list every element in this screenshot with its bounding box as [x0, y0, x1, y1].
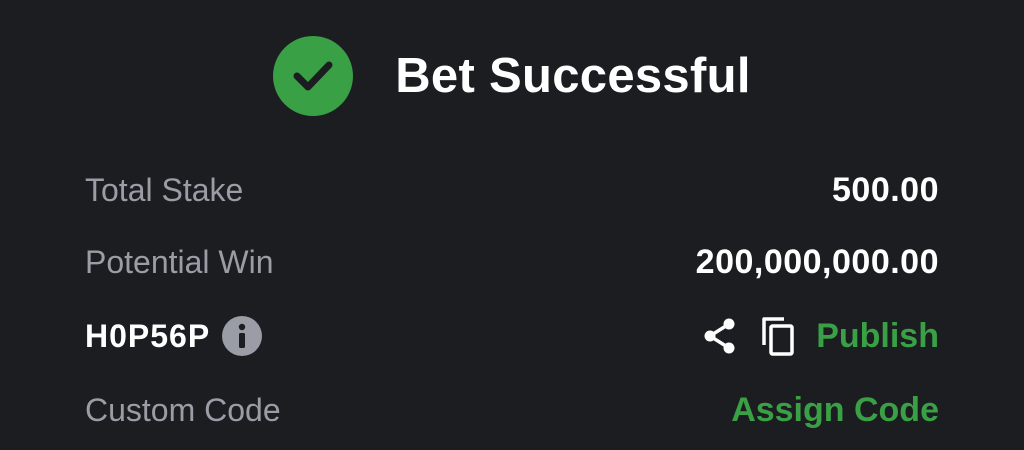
potential-win-value: 200,000,000.00	[695, 242, 939, 281]
total-stake-row: Total Stake 500.00	[85, 160, 939, 220]
potential-win-label: Potential Win	[85, 243, 274, 280]
custom-code-row: Custom Code Assign Code	[85, 380, 939, 440]
share-icon[interactable]	[700, 314, 740, 358]
publish-button[interactable]: Publish	[816, 317, 939, 356]
total-stake-label: Total Stake	[85, 171, 244, 208]
copy-icon[interactable]	[758, 314, 798, 358]
info-icon[interactable]	[222, 316, 263, 356]
custom-code-label: Custom Code	[85, 391, 281, 428]
total-stake-value: 500.00	[832, 170, 939, 209]
booking-code-row: H0P56P Publish	[85, 306, 939, 366]
potential-win-row: Potential Win 200,000,000.00	[85, 232, 939, 292]
success-header: Bet Successful	[0, 36, 1024, 116]
check-circle-icon	[273, 36, 354, 116]
page-title: Bet Successful	[395, 49, 751, 103]
booking-code: H0P56P	[85, 317, 211, 354]
assign-code-button[interactable]: Assign Code	[731, 391, 939, 430]
booking-actions: Publish	[700, 314, 939, 358]
booking-code-group: H0P56P	[85, 316, 263, 356]
